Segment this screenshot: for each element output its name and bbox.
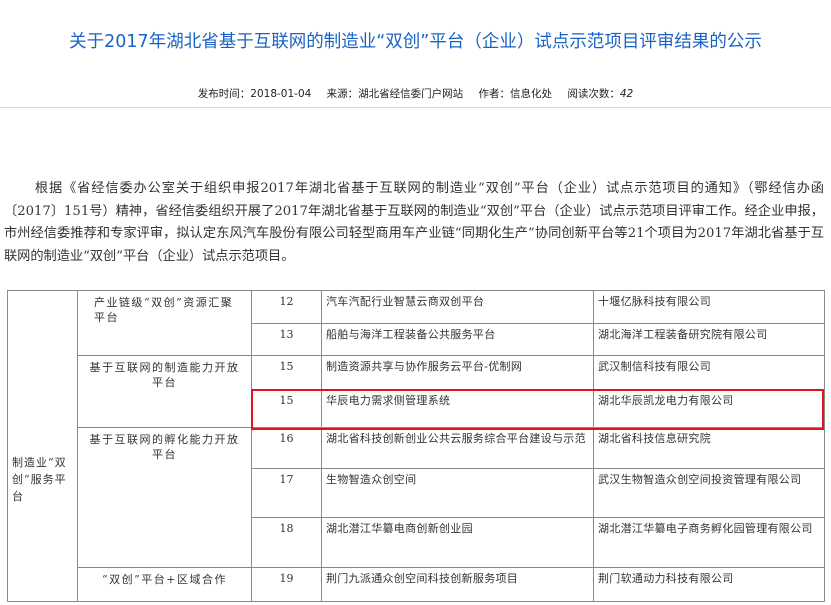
row-number: 16 (251, 427, 322, 469)
row-number: 17 (251, 468, 322, 518)
company-name: 湖北省科技信息研究院 (593, 427, 825, 469)
author: 作者：信息化处 (478, 88, 553, 100)
table-row: 基于互联网的孵化能力开放平台 16 湖北省科技创新创业公共云服务综合平台建设与示… (8, 427, 825, 568)
project-table: 制造业“双创”服务平台 产业链级“双创”资源汇聚平台 12 汽车汽配行业智慧云商… (7, 290, 825, 602)
page-title: 关于2017年湖北省基于互联网的制造业“双创”平台（企业）试点示范项目评审结果的… (69, 32, 762, 52)
company-name: 荆门软通动力科技有限公司 (593, 567, 825, 602)
project-name: 生物智造众创空间 (321, 468, 594, 518)
project-name: 湖北潜江华纂电商创新创业园 (321, 517, 594, 568)
project-name: 荆门九派通众创空间科技创新服务项目 (321, 567, 594, 602)
project-name: 汽车汽配行业智慧云商双创平台 (321, 290, 594, 324)
group-cell: 产业链级“双创”资源汇聚平台 (77, 290, 252, 356)
project-name: 湖北省科技创新创业公共云服务综合平台建设与示范 (321, 427, 594, 469)
view-count-label: 阅读次数： (567, 88, 620, 100)
project-name: 制造资源共享与协作服务云平台-优制网 (321, 355, 594, 390)
view-count-number: 42 (619, 88, 634, 100)
table-row: 制造业“双创”服务平台 产业链级“双创”资源汇聚平台 12 汽车汽配行业智慧云商… (7, 290, 825, 602)
table-row: 基于互联网的制造能力开放平台 15 制造资源共享与协作服务云平台-优制网 武汉制… (8, 355, 825, 428)
row-number: 12 (251, 290, 322, 324)
highlight-box (251, 389, 824, 430)
table-row: “双创”平台+区域合作 19 荆门九派通众创空间科技创新服务项目 荆门软通动力科… (8, 567, 825, 602)
article-meta: 发布时间：2018-01-04 来源：湖北省经信委门户网站 作者：信息化处 阅读… (0, 86, 831, 101)
group-cell: 基于互联网的孵化能力开放平台 (77, 427, 252, 568)
group-cell: “双创”平台+区域合作 (77, 567, 252, 602)
company-name: 湖北潜江华纂电子商务孵化园管理有限公司 (593, 517, 825, 568)
row-number: 13 (251, 323, 322, 356)
intro-paragraph: 根据《省经信委办公室关于组织申报2017年湖北省基于互联网的制造业“双创”平台（… (4, 178, 824, 268)
group-cell: 基于互联网的制造能力开放平台 (77, 355, 252, 428)
company-name: 武汉制信科技有限公司 (593, 355, 825, 390)
company-name: 武汉生物智造众创空间投资管理有限公司 (593, 468, 825, 518)
view-count: 阅读次数：42 (567, 88, 633, 100)
project-name: 船舶与海洋工程装备公共服务平台 (321, 323, 594, 356)
company-name: 湖北海洋工程装备研究院有限公司 (593, 323, 825, 356)
divider (0, 107, 831, 108)
category-cell: 制造业“双创”服务平台 (7, 290, 78, 602)
company-name: 十堰亿脉科技有限公司 (593, 290, 825, 324)
publish-date: 发布时间：2018-01-04 (197, 88, 312, 100)
row-number: 18 (251, 517, 322, 568)
intro-text: 根据《省经信委办公室关于组织申报2017年湖北省基于互联网的制造业“双创”平台（… (4, 181, 824, 264)
row-number: 19 (251, 567, 322, 602)
source: 来源：湖北省经信委门户网站 (326, 88, 464, 100)
row-number: 15 (251, 355, 322, 390)
